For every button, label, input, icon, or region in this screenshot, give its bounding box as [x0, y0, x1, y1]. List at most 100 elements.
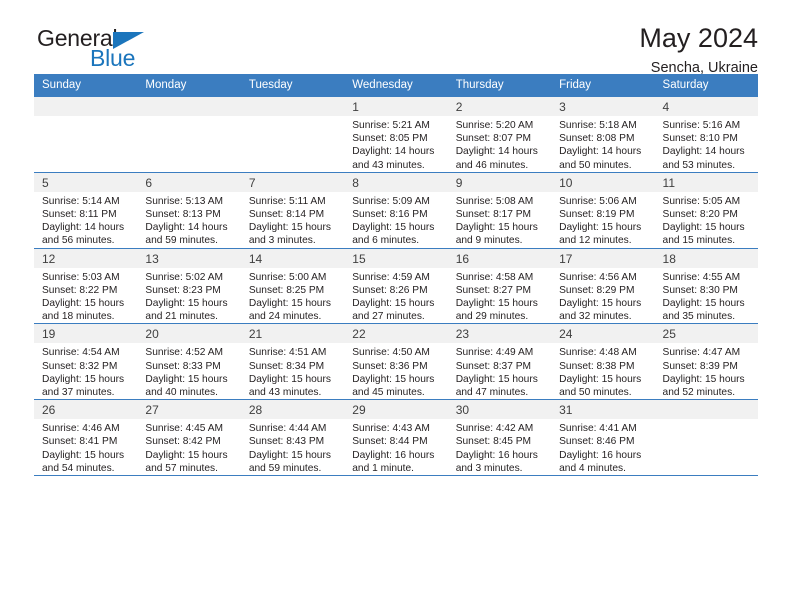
daylight-text-line1: Daylight: 15 hours	[145, 298, 228, 310]
sunset-text: Sunset: 8:43 PM	[248, 436, 325, 448]
day-number: 7	[240, 172, 345, 192]
calendar-day-cell[interactable]: 16 Sunrise: 4:58 AM Sunset: 8:27 PM Dayligh…	[447, 248, 552, 325]
calendar-day-cell[interactable]: 6 Sunrise: 5:13 AM Sunset: 8:13 PM Daylight…	[137, 172, 241, 249]
day-cell-inner: 10 Sunrise: 5:06 AM Sunset: 8:19 PM Dayligh…	[551, 172, 655, 248]
day-cell-inner: 30 Sunrise: 4:42 AM Sunset: 8:45 PM Dayligh…	[447, 400, 552, 475]
sunset-text: Sunset: 8:11 PM	[42, 209, 117, 221]
day-cell-inner: 21 Sunrise: 4:51 AM Sunset: 8:34 PM Dayligh…	[240, 324, 345, 399]
calendar-day-cell[interactable]: 20 Sunrise: 4:52 AM Sunset: 8:33 PM Dayligh…	[137, 323, 241, 401]
daylight-text-line1: Daylight: 15 hours	[455, 298, 538, 310]
daylight-text-line2: and 21 minutes.	[145, 311, 218, 323]
calendar-day-cell[interactable]: 26 Sunrise: 4:46 AM Sunset: 8:41 PM Dayligh…	[34, 399, 138, 477]
calendar-day-cell[interactable]: 19 Sunrise: 4:54 AM Sunset: 8:32 PM Dayligh…	[34, 323, 138, 401]
calendar-day-cell[interactable]: 8 Sunrise: 5:09 AM Sunset: 8:16 PM Daylight…	[344, 172, 448, 249]
calendar-day-cell[interactable]: 23 Sunrise: 4:49 AM Sunset: 8:37 PM Dayligh…	[447, 323, 552, 401]
day-number: 4	[654, 97, 758, 116]
daylight-text-line1: Daylight: 15 hours	[145, 449, 228, 461]
daylight-text-line2: and 4 minutes.	[559, 462, 626, 474]
calendar-day-cell[interactable]: 2 Sunrise: 5:20 AM Sunset: 8:07 PM Daylight…	[447, 97, 552, 173]
day-details: Sunrise: 4:54 AM Sunset: 8:32 PM Daylight:…	[34, 343, 137, 399]
calendar-day-cell[interactable]: 31 Sunrise: 4:41 AM Sunset: 8:46 PM Dayligh…	[551, 399, 655, 477]
daylight-text-line1: Daylight: 15 hours	[248, 298, 331, 310]
calendar-day-cell[interactable]: 21 Sunrise: 4:51 AM Sunset: 8:34 PM Dayligh…	[240, 323, 345, 401]
day-number: 24	[551, 324, 655, 344]
calendar-day-cell[interactable]: 9 Sunrise: 5:08 AM Sunset: 8:17 PM Daylight…	[447, 172, 552, 249]
calendar-day-cell[interactable]: 24 Sunrise: 4:48 AM Sunset: 8:38 PM Dayligh…	[551, 323, 655, 401]
calendar-day-cell[interactable]: 10 Sunrise: 5:06 AM Sunset: 8:19 PM Dayligh…	[551, 172, 655, 249]
sunset-text: Sunset: 8:27 PM	[455, 284, 532, 296]
calendar-week-row: 26 Sunrise: 4:46 AM Sunset: 8:41 PM Dayligh…	[34, 399, 758, 477]
calendar-day-cell[interactable]: 27 Sunrise: 4:45 AM Sunset: 8:42 PM Dayligh…	[137, 399, 241, 477]
day-details: Sunrise: 4:46 AM Sunset: 8:41 PM Daylight:…	[34, 419, 137, 475]
daylight-text-line1: Daylight: 14 hours	[455, 146, 538, 158]
weekday-header-monday: Monday	[137, 74, 241, 97]
daylight-text-line2: and 43 minutes.	[352, 159, 425, 171]
sunset-text: Sunset: 8:37 PM	[455, 360, 532, 372]
sunset-text: Sunset: 8:08 PM	[559, 133, 635, 145]
sunrise-text: Sunrise: 5:11 AM	[248, 195, 326, 207]
sunrise-text: Sunrise: 4:55 AM	[662, 271, 741, 283]
daylight-text-line1: Daylight: 15 hours	[662, 222, 745, 234]
day-details: Sunrise: 4:59 AM Sunset: 8:26 PM Daylight:…	[344, 268, 447, 324]
daylight-text-line2: and 9 minutes.	[455, 235, 523, 247]
calendar-body: 1 Sunrise: 5:21 AM Sunset: 8:05 PM Daylight…	[34, 97, 758, 477]
page-header: General Blue May 2024 Sencha, Ukraine	[34, 0, 758, 76]
day-number: 11	[654, 172, 758, 192]
daylight-text-line2: and 56 minutes.	[42, 235, 115, 247]
daylight-text-line1: Daylight: 15 hours	[42, 298, 125, 310]
general-blue-logo[interactable]: General Blue	[34, 26, 234, 74]
day-details: Sunrise: 5:06 AM Sunset: 8:19 PM Daylight:…	[551, 192, 654, 248]
sunrise-text: Sunrise: 4:51 AM	[248, 347, 327, 359]
sunset-text: Sunset: 8:30 PM	[662, 284, 738, 296]
calendar-day-cell[interactable]: 3 Sunrise: 5:18 AM Sunset: 8:08 PM Daylight…	[551, 97, 655, 173]
calendar-day-cell[interactable]: 25 Sunrise: 4:47 AM Sunset: 8:39 PM Dayligh…	[654, 323, 758, 401]
day-cell-inner: 11 Sunrise: 5:05 AM Sunset: 8:20 PM Dayligh…	[654, 172, 758, 248]
daylight-text-line2: and 50 minutes.	[559, 159, 632, 171]
day-number: 6	[137, 172, 241, 192]
calendar-day-cell[interactable]: 7 Sunrise: 5:11 AM Sunset: 8:14 PM Daylight…	[240, 172, 345, 249]
daylight-text-line1: Daylight: 15 hours	[455, 222, 538, 234]
day-number: 14	[240, 248, 345, 268]
day-cell-inner	[34, 97, 138, 172]
day-details: Sunrise: 5:11 AM Sunset: 8:14 PM Daylight:…	[241, 192, 344, 248]
day-number: 30	[447, 400, 552, 420]
sunrise-text: Sunrise: 5:02 AM	[145, 271, 224, 283]
day-number: 29	[344, 400, 448, 420]
daylight-text-line1: Daylight: 15 hours	[352, 373, 435, 385]
calendar-day-cell[interactable]: 1 Sunrise: 5:21 AM Sunset: 8:05 PM Daylight…	[344, 97, 448, 173]
day-number: 23	[447, 324, 552, 344]
calendar-day-cell[interactable]: 22 Sunrise: 4:50 AM Sunset: 8:36 PM Dayligh…	[344, 323, 448, 401]
sunset-text: Sunset: 8:14 PM	[248, 209, 325, 221]
calendar-day-cell[interactable]: 13 Sunrise: 5:02 AM Sunset: 8:23 PM Dayligh…	[137, 248, 241, 325]
calendar-day-cell[interactable]: 15 Sunrise: 4:59 AM Sunset: 8:26 PM Dayligh…	[344, 248, 448, 325]
daylight-text-line2: and 1 minute.	[352, 462, 414, 474]
day-cell-inner: 9 Sunrise: 5:08 AM Sunset: 8:17 PM Daylight…	[447, 172, 552, 248]
daylight-text-line2: and 24 minutes.	[248, 311, 322, 323]
calendar-day-cell[interactable]: 4 Sunrise: 5:16 AM Sunset: 8:10 PM Daylight…	[654, 97, 758, 173]
day-details: Sunrise: 5:05 AM Sunset: 8:20 PM Daylight:…	[655, 192, 758, 248]
day-cell-inner: 2 Sunrise: 5:20 AM Sunset: 8:07 PM Daylight…	[447, 97, 552, 172]
day-details: Sunrise: 5:08 AM Sunset: 8:17 PM Daylight:…	[448, 192, 551, 248]
calendar-page: General Blue May 2024 Sencha, Ukraine Su…	[0, 0, 792, 612]
day-details: Sunrise: 4:41 AM Sunset: 8:46 PM Daylight:…	[551, 419, 654, 475]
daylight-text-line1: Daylight: 15 hours	[42, 449, 125, 461]
sunset-text: Sunset: 8:44 PM	[352, 436, 428, 448]
calendar-week-row: 12 Sunrise: 5:03 AM Sunset: 8:22 PM Dayligh…	[34, 248, 758, 325]
calendar-day-cell[interactable]: 14 Sunrise: 5:00 AM Sunset: 8:25 PM Dayligh…	[240, 248, 345, 325]
calendar-day-cell[interactable]: 5 Sunrise: 5:14 AM Sunset: 8:11 PM Daylight…	[34, 172, 138, 249]
daylight-text-line2: and 47 minutes.	[455, 387, 529, 399]
calendar-day-cell[interactable]: 30 Sunrise: 4:42 AM Sunset: 8:45 PM Dayligh…	[447, 399, 552, 477]
calendar-day-cell[interactable]: 17 Sunrise: 4:56 AM Sunset: 8:29 PM Dayligh…	[551, 248, 655, 325]
daylight-text-line1: Daylight: 15 hours	[559, 298, 642, 310]
calendar-day-cell[interactable]: 18 Sunrise: 4:55 AM Sunset: 8:30 PM Dayligh…	[654, 248, 758, 325]
calendar-day-cell[interactable]: 11 Sunrise: 5:05 AM Sunset: 8:20 PM Dayligh…	[654, 172, 758, 249]
day-details: Sunrise: 4:44 AM Sunset: 8:43 PM Daylight:…	[241, 419, 344, 475]
daylight-text-line1: Daylight: 15 hours	[662, 298, 745, 310]
day-cell-inner: 18 Sunrise: 4:55 AM Sunset: 8:30 PM Dayligh…	[654, 248, 758, 324]
calendar-day-cell[interactable]: 28 Sunrise: 4:44 AM Sunset: 8:43 PM Dayligh…	[240, 399, 345, 477]
calendar-day-cell[interactable]: 12 Sunrise: 5:03 AM Sunset: 8:22 PM Dayligh…	[34, 248, 138, 325]
daylight-text-line1: Daylight: 16 hours	[559, 449, 642, 461]
day-details: Sunrise: 5:21 AM Sunset: 8:05 PM Daylight:…	[344, 116, 447, 172]
day-cell-inner: 12 Sunrise: 5:03 AM Sunset: 8:22 PM Dayligh…	[34, 248, 138, 324]
calendar-day-cell[interactable]: 29 Sunrise: 4:43 AM Sunset: 8:44 PM Dayligh…	[344, 399, 448, 477]
